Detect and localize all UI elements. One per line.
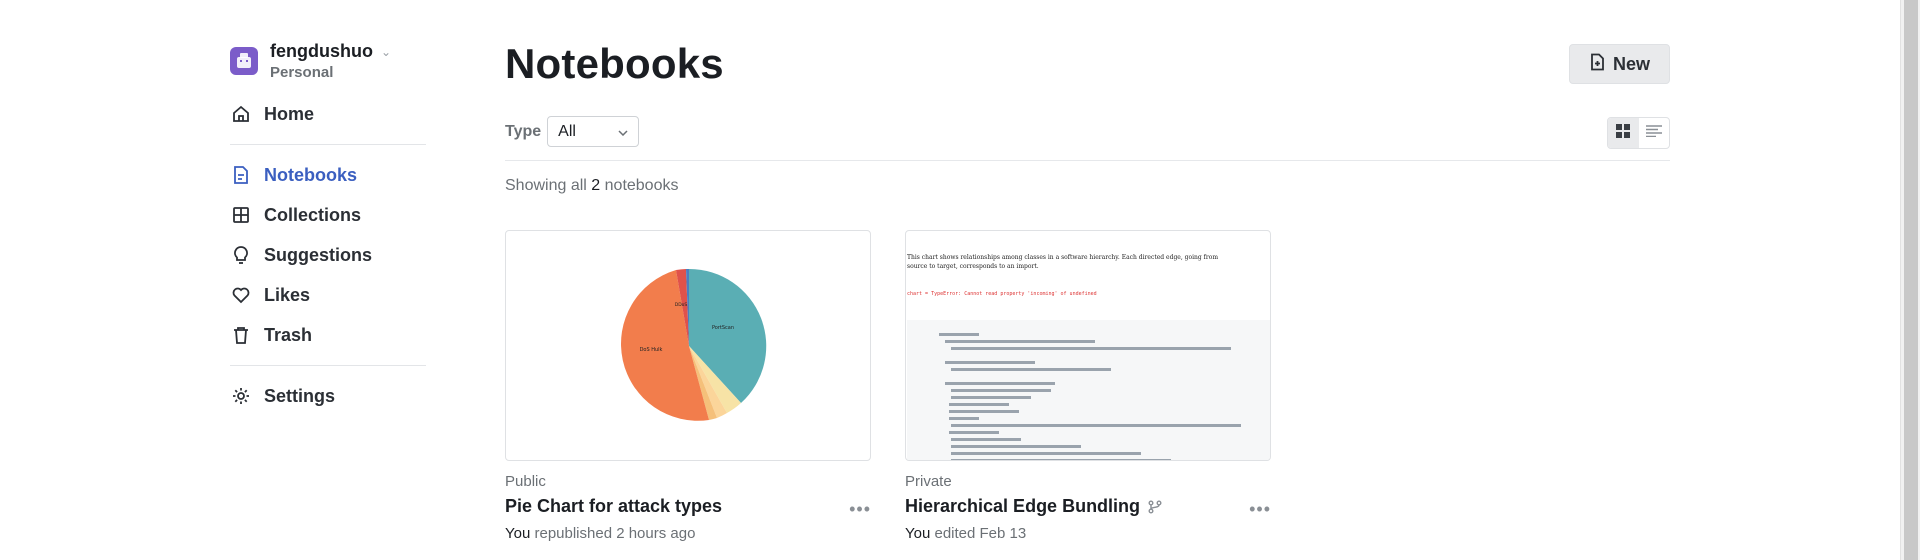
- sidebar: fengdushuo ⌄ Personal Home Notebooks Col…: [230, 38, 426, 416]
- new-button-label: New: [1612, 53, 1650, 74]
- new-notebook-button[interactable]: New: [1569, 44, 1670, 84]
- list-view-button[interactable]: [1639, 118, 1670, 148]
- chevron-down-icon: ⌄: [380, 44, 392, 59]
- sidebar-item-settings[interactable]: Settings: [230, 376, 426, 416]
- visibility-label: Private: [905, 473, 952, 490]
- notebook-thumbnail[interactable]: This chart shows relationships among cla…: [905, 230, 1271, 461]
- sidebar-item-label: Settings: [264, 385, 336, 406]
- code-lines-graphic: [939, 333, 1242, 460]
- page-scrollbar[interactable]: [1900, 0, 1920, 560]
- action-text: republished 2 hours ago: [534, 525, 696, 542]
- pie-chart-preview: PortScan DoS Hulk DDoS: [621, 268, 767, 421]
- sidebar-item-label: Notebooks: [264, 164, 358, 185]
- sidebar-item-label: Suggestions: [264, 244, 373, 265]
- preview-error: chart = TypeError: Cannot read property …: [907, 291, 1097, 298]
- sidebar-divider: [230, 144, 426, 145]
- sidebar-item-label: Collections: [264, 204, 362, 225]
- sidebar-item-likes[interactable]: Likes: [230, 275, 426, 315]
- trash-icon: [230, 324, 252, 346]
- sidebar-item-suggestions[interactable]: Suggestions: [230, 235, 426, 275]
- code-preview: This chart shows relationships among cla…: [906, 231, 1270, 460]
- sidebar-item-notebooks[interactable]: Notebooks: [230, 155, 426, 195]
- heart-icon: [230, 284, 252, 306]
- notebook-title[interactable]: Pie Chart for attack types: [505, 496, 722, 517]
- more-options-icon[interactable]: •••: [849, 499, 871, 520]
- grid-view-button[interactable]: [1608, 118, 1639, 148]
- filter-value: All: [558, 122, 576, 140]
- list-view-icon: [1645, 124, 1662, 142]
- workspace-avatar: [230, 47, 258, 75]
- visibility-label: Public: [505, 473, 546, 490]
- view-toggle: [1607, 117, 1670, 149]
- new-document-icon: [1589, 53, 1607, 76]
- sidebar-item-collections[interactable]: Collections: [230, 195, 426, 235]
- notebook-card[interactable]: This chart shows relationships among cla…: [905, 230, 1271, 542]
- showing-count: Showing all 2 notebooks: [505, 177, 678, 195]
- notebook-icon: [230, 164, 252, 186]
- fork-icon: [1148, 500, 1162, 514]
- pie-label-portscan: PortScan: [712, 325, 734, 331]
- filter-label: Type: [505, 122, 542, 140]
- sidebar-item-label: Likes: [264, 284, 311, 305]
- sidebar-item-trash[interactable]: Trash: [230, 315, 426, 355]
- scrollbar-thumb[interactable]: [1904, 0, 1918, 560]
- sidebar-item-label: Trash: [264, 324, 313, 345]
- pie-label-dos-hulk: DoS Hulk: [640, 347, 663, 353]
- notebook-meta: You edited Feb 13: [905, 525, 1271, 542]
- gear-icon: [230, 385, 252, 407]
- grid-icon: [230, 204, 252, 226]
- type-filter-select[interactable]: All: [547, 116, 640, 147]
- more-options-icon[interactable]: •••: [1249, 499, 1271, 520]
- notebook-meta: You republished 2 hours ago: [505, 525, 871, 542]
- workspace-name: fengdushuo: [270, 41, 373, 61]
- type-filter: Type All: [505, 116, 640, 147]
- grid-view-icon: [1616, 123, 1631, 143]
- header-divider: [505, 160, 1670, 161]
- sidebar-item-label: Home: [264, 103, 315, 124]
- home-icon: [230, 103, 252, 125]
- sidebar-divider: [230, 365, 426, 366]
- showing-number: 2: [591, 177, 601, 194]
- code-block: [907, 319, 1270, 460]
- workspace-switcher[interactable]: fengdushuo ⌄ Personal: [230, 38, 426, 84]
- notebook-title[interactable]: Hierarchical Edge Bundling: [905, 496, 1140, 517]
- preview-intro: This chart shows relationships among cla…: [907, 253, 1219, 270]
- pie-label-ddos: DDoS: [675, 302, 688, 308]
- chevron-down-icon: [618, 123, 628, 141]
- action-text: edited Feb 13: [934, 525, 1027, 542]
- sidebar-item-home[interactable]: Home: [230, 94, 426, 134]
- showing-suffix: notebooks: [604, 177, 679, 194]
- showing-prefix: Showing all: [505, 177, 587, 194]
- notebook-card[interactable]: PortScan DoS Hulk DDoS Public Pie Chart …: [505, 230, 871, 542]
- author[interactable]: You: [905, 525, 930, 542]
- lightbulb-icon: [230, 244, 252, 266]
- author[interactable]: You: [505, 525, 530, 542]
- workspace-type: Personal: [270, 64, 334, 81]
- notebook-thumbnail[interactable]: PortScan DoS Hulk DDoS: [505, 230, 871, 461]
- page-title: Notebooks: [505, 40, 724, 87]
